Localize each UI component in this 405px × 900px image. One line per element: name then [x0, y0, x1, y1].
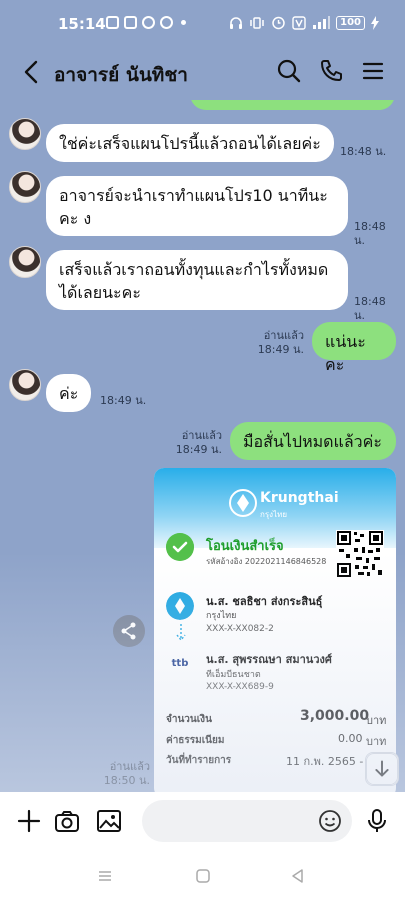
message-time: 18:49 น.	[257, 343, 304, 356]
read-receipt: อ่านแล้ว	[263, 329, 304, 342]
qr-code-icon	[336, 530, 384, 578]
transfer-slip-image[interactable]: Krungthai กรุงไทย โอนเงินสำเร็จ รหัสอ้าง…	[154, 468, 396, 792]
dot-icon	[181, 20, 186, 25]
message-bubble-incoming[interactable]: ค่ะ	[46, 374, 92, 412]
avatar[interactable]	[9, 171, 41, 203]
recent-apps-icon[interactable]	[97, 868, 113, 884]
camera-icon[interactable]	[54, 808, 80, 834]
notification-icons	[106, 16, 186, 29]
message-input-bar	[0, 792, 405, 852]
svg-text:ttb: ttb	[172, 658, 189, 669]
transfer-status: โอนเงินสำเร็จ	[206, 539, 284, 554]
battery-indicator: 100	[336, 15, 365, 30]
fee-label: ค่าธรรมเนียม	[166, 735, 225, 746]
bank-brand-name: Krungthai	[260, 490, 339, 506]
krungthai-bank-icon	[166, 592, 194, 620]
message-time: 18:50 น.	[103, 774, 150, 787]
ttb-bank-icon: ttb	[166, 648, 194, 676]
message-bubble-incoming[interactable]: ใช่ค่ะเสร็จแผนโปรนี้แล้วถอนได้เลยค่ะ	[46, 124, 334, 162]
reference-number: รหัสอ้างอิง 2022021146846528	[206, 557, 327, 566]
message-time: 18:48 น.	[354, 220, 386, 247]
receiver-account: XXX-X-XX689-9	[206, 682, 274, 692]
success-check-icon	[166, 533, 194, 561]
system-navigation-bar	[0, 852, 405, 900]
read-receipt: อ่านแล้ว	[109, 760, 150, 773]
home-icon[interactable]	[195, 868, 211, 884]
message-time: 18:49 น.	[175, 443, 222, 456]
alarm-icon	[272, 16, 285, 30]
avatar[interactable]	[9, 118, 41, 150]
chevron-left-icon[interactable]	[20, 58, 44, 86]
camera-app-icon	[124, 16, 137, 29]
system-icons: 100	[229, 15, 379, 30]
sender-account: XXX-X-XX082-2	[206, 624, 274, 634]
previous-message-bubble	[190, 100, 395, 110]
read-receipt: อ่านแล้ว	[181, 429, 222, 442]
charging-icon	[371, 15, 379, 30]
scroll-to-bottom-button[interactable]	[365, 752, 399, 786]
emoji-icon[interactable]	[318, 809, 342, 833]
message-time: 18:48 น.	[340, 145, 387, 158]
amount-value: 3,000.00	[300, 708, 370, 724]
headphones-icon	[230, 16, 243, 29]
bank-brand-name-th: กรุงไทย	[260, 510, 288, 519]
menu-icon[interactable]	[360, 58, 386, 84]
messenger-icon	[142, 16, 155, 29]
message-bubble-incoming[interactable]: เสร็จแล้วเราถอนทั้งทุนและกำไรทั้งหมดได้เ…	[46, 250, 348, 310]
vibrate-icon	[250, 16, 264, 29]
arrow-down-icon	[176, 624, 186, 642]
message-bubble-outgoing[interactable]: มือสั่นไปหมดแล้วค่ะ	[230, 422, 396, 460]
chat-header: อาจารย์ นันทิชา	[0, 44, 405, 100]
krungthai-logo-icon	[229, 489, 257, 517]
message-bubble-outgoing[interactable]: แน่นะคะ	[312, 322, 396, 374]
date-label: วันที่ทำรายการ	[166, 755, 232, 766]
image-icon[interactable]	[96, 808, 122, 834]
facebook-icon	[160, 16, 173, 29]
square-app-icon	[106, 16, 119, 29]
plus-icon[interactable]	[16, 808, 42, 834]
volte-icon	[292, 15, 306, 30]
contact-name[interactable]: อาจารย์ นันทิชา	[54, 60, 188, 90]
search-icon[interactable]	[276, 58, 302, 84]
amount-currency: บาท	[366, 714, 387, 727]
receiver-bank: ทีเอ็มบีธนชาต	[206, 670, 261, 680]
sender-bank: กรุงไทย	[206, 611, 237, 621]
message-time: 18:48 น.	[354, 295, 386, 322]
back-nav-icon[interactable]	[290, 868, 306, 884]
message-time: 18:49 น.	[100, 394, 147, 407]
message-bubble-incoming[interactable]: อาจารย์จะนำเราทำแผนโปร10 นาทีนะคะ ง	[46, 176, 348, 236]
fee-value: 0.00	[338, 732, 363, 745]
microphone-icon[interactable]	[364, 808, 390, 834]
chat-area[interactable]: ใช่ค่ะเสร็จแผนโปรนี้แล้วถอนได้เลยค่ะ 18:…	[0, 100, 405, 792]
amount-label: จำนวนเงิน	[166, 714, 212, 725]
signal-icon	[313, 15, 331, 29]
phone-icon[interactable]	[318, 58, 344, 84]
share-icon[interactable]	[113, 615, 145, 647]
status-time: 15:14	[58, 15, 106, 33]
avatar[interactable]	[9, 246, 41, 278]
status-bar: 15:14 100	[0, 0, 405, 44]
receiver-name: น.ส. สุพรรณษา สมานวงศ์	[206, 653, 332, 666]
fee-currency: บาท	[366, 735, 387, 748]
avatar[interactable]	[9, 369, 41, 401]
